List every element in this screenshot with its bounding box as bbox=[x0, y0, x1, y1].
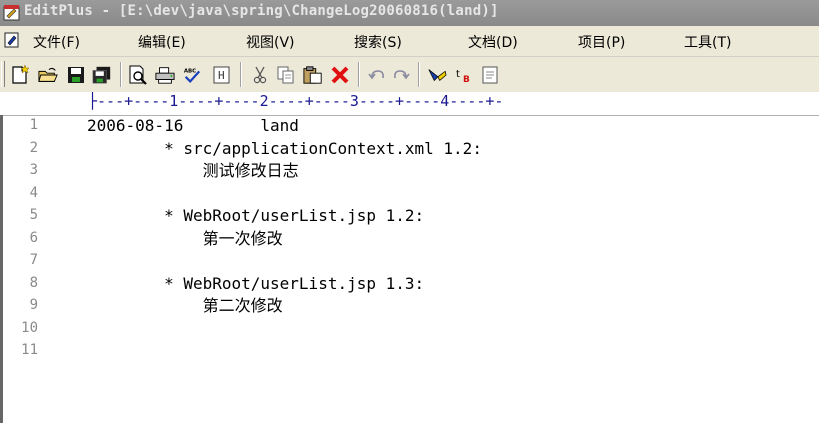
line-text[interactable]: * WebRoot/userList.jsp 1.2: bbox=[87, 206, 424, 226]
toolbar: ABC H t B bbox=[0, 57, 819, 93]
line-number: 9 bbox=[29, 297, 38, 313]
menu-file[interactable]: 文件(F) bbox=[33, 32, 80, 52]
title-bar[interactable]: EditPlus - [E:\dev\java\spring\ChangeLog… bbox=[0, 0, 819, 26]
cut-icon[interactable] bbox=[250, 65, 270, 85]
print-preview-icon[interactable] bbox=[128, 65, 148, 85]
svg-text:B: B bbox=[463, 75, 470, 85]
menu-document[interactable]: 文档(D) bbox=[468, 32, 518, 52]
text-line[interactable]: 5 * WebRoot/userList.jsp 1.2: bbox=[0, 205, 819, 228]
line-number: 8 bbox=[29, 274, 38, 291]
paste-icon[interactable] bbox=[303, 65, 323, 85]
line-text[interactable]: 测试修改日志 bbox=[87, 161, 299, 181]
print-icon[interactable] bbox=[155, 65, 175, 85]
svg-text:H: H bbox=[218, 69, 225, 82]
menu-view[interactable]: 视图(V) bbox=[246, 32, 295, 52]
editplus-app-icon[interactable] bbox=[3, 4, 21, 21]
toolbar-separator bbox=[240, 62, 242, 87]
open-folder-icon[interactable] bbox=[38, 65, 58, 85]
highlight-icon[interactable] bbox=[427, 65, 447, 85]
document-menu-icon[interactable] bbox=[4, 32, 20, 48]
svg-text:t: t bbox=[456, 69, 460, 80]
toolbar-separator bbox=[418, 62, 420, 87]
text-line[interactable]: 11 bbox=[0, 340, 819, 363]
new-file-icon[interactable] bbox=[10, 65, 30, 85]
ruler-marks: ├---+----1----+----2----+----3----+----4… bbox=[88, 92, 504, 110]
redo-icon[interactable] bbox=[391, 65, 411, 85]
menu-project[interactable]: 项目(P) bbox=[578, 32, 625, 52]
line-text[interactable]: * WebRoot/userList.jsp 1.3: bbox=[87, 274, 424, 294]
text-line[interactable]: 10 bbox=[0, 318, 819, 341]
copy-icon[interactable] bbox=[276, 65, 296, 85]
delete-icon[interactable] bbox=[330, 65, 350, 85]
svg-text:ABC: ABC bbox=[184, 68, 196, 74]
line-text[interactable]: 第二次修改 bbox=[87, 296, 283, 316]
line-text[interactable]: 第一次修改 bbox=[87, 229, 283, 249]
text-line[interactable]: 6 第一次修改 bbox=[0, 228, 819, 251]
editor-area[interactable]: ├---+----1----+----2----+----3----+----4… bbox=[0, 92, 819, 423]
line-number: 11 bbox=[21, 342, 38, 358]
line-text[interactable]: * src/applicationContext.xml 1.2: bbox=[87, 139, 482, 159]
text-line[interactable]: 3 测试修改日志 bbox=[0, 160, 819, 183]
line-text[interactable]: 2006-08-16 land bbox=[87, 116, 299, 136]
text-line[interactable]: 7 bbox=[0, 250, 819, 273]
line-number: 4 bbox=[29, 184, 38, 201]
toolbar-separator bbox=[358, 62, 360, 87]
html-toolbar-icon[interactable]: H bbox=[212, 65, 232, 85]
line-number: 1 bbox=[29, 117, 38, 133]
spell-check-icon[interactable]: ABC bbox=[182, 65, 202, 85]
toolbar-grip[interactable] bbox=[1, 61, 5, 87]
clipboard-icon[interactable] bbox=[480, 65, 500, 85]
text-line[interactable]: 8 * WebRoot/userList.jsp 1.3: bbox=[0, 273, 819, 296]
toolbar-separator bbox=[120, 62, 122, 87]
line-number: 7 bbox=[29, 252, 38, 268]
line-number: 3 bbox=[29, 162, 38, 178]
line-number: 5 bbox=[29, 207, 38, 223]
text-line[interactable]: 9 第二次修改 bbox=[0, 295, 819, 318]
text-line[interactable]: 2 * src/applicationContext.xml 1.2: bbox=[0, 138, 819, 161]
menu-tools[interactable]: 工具(T) bbox=[684, 32, 731, 52]
text-lines[interactable]: 1 2006-08-16 land 2 * src/applicationConte… bbox=[0, 115, 819, 363]
menu-bar: 文件(F) 编辑(E) 视图(V) 搜索(S) 文档(D) 项目(P) 工具(T… bbox=[0, 26, 819, 57]
line-number: 2 bbox=[29, 139, 38, 156]
save-icon[interactable] bbox=[66, 65, 86, 85]
line-number: 6 bbox=[29, 229, 38, 246]
text-line[interactable]: 1 2006-08-16 land bbox=[0, 115, 819, 138]
menu-edit[interactable]: 编辑(E) bbox=[138, 32, 186, 52]
undo-icon[interactable] bbox=[367, 65, 387, 85]
word-wrap-icon[interactable]: t B bbox=[455, 65, 475, 85]
menu-search[interactable]: 搜索(S) bbox=[354, 32, 402, 52]
column-ruler: ├---+----1----+----2----+----3----+----4… bbox=[0, 92, 819, 116]
line-number: 10 bbox=[21, 319, 38, 336]
window-title: EditPlus - [E:\dev\java\spring\ChangeLog… bbox=[24, 3, 499, 19]
text-line[interactable]: 4 bbox=[0, 183, 819, 206]
save-all-icon[interactable] bbox=[92, 65, 112, 85]
